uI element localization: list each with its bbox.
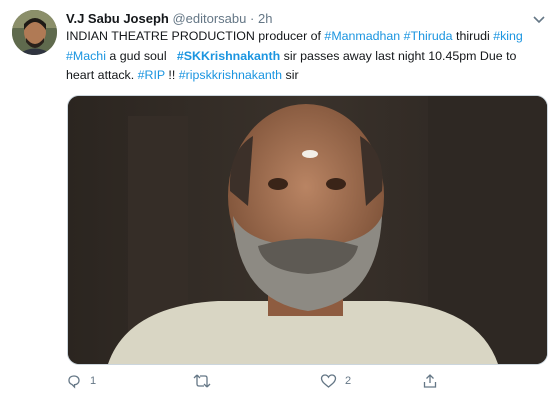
author-handle[interactable]: @editorsabu bbox=[172, 11, 246, 26]
tweet-text-run: thirudi bbox=[452, 29, 494, 43]
reply-count: 1 bbox=[90, 375, 97, 387]
tweet-text-run: !! bbox=[164, 68, 179, 82]
hashtag-link[interactable]: #SKKrishnakanth bbox=[177, 49, 280, 63]
separator-dot: · bbox=[250, 11, 255, 26]
like-count: 2 bbox=[345, 375, 352, 387]
like-button[interactable]: 2 bbox=[320, 373, 351, 389]
tweet-text-run bbox=[523, 29, 526, 43]
tweet-actions: 1 2 bbox=[66, 373, 546, 393]
like-icon bbox=[320, 374, 337, 388]
tweet-header: V.J Sabu Joseph @editorsabu · 2h bbox=[66, 11, 272, 26]
reply-icon bbox=[68, 375, 80, 389]
retweet-button[interactable] bbox=[193, 373, 219, 389]
share-icon bbox=[423, 374, 437, 388]
retweet-icon bbox=[193, 374, 211, 388]
hashtag-link[interactable]: #Machi bbox=[66, 49, 106, 63]
avatar[interactable] bbox=[12, 10, 57, 55]
author-name[interactable]: V.J Sabu Joseph bbox=[66, 11, 169, 26]
tweet-text-run: a gud soul bbox=[105, 48, 177, 63]
reply-button[interactable]: 1 bbox=[66, 373, 96, 389]
hashtag-link[interactable]: #RIP bbox=[138, 68, 165, 82]
hashtag-link[interactable]: #Thiruda bbox=[404, 29, 453, 43]
hashtag-link[interactable]: #Manmadhan bbox=[324, 29, 400, 43]
tweet-text-run: INDIAN THEATRE PRODUCTION producer of bbox=[66, 29, 325, 43]
avatar-image bbox=[12, 10, 57, 55]
tweet-text-run: sir bbox=[282, 68, 299, 82]
tweet-time[interactable]: 2h bbox=[258, 11, 272, 26]
tweet-text: INDIAN THEATRE PRODUCTION producer of #M… bbox=[66, 27, 546, 86]
photo-image bbox=[68, 96, 547, 364]
hashtag-link[interactable]: #king bbox=[493, 29, 523, 43]
hashtag-link[interactable]: #ripskkrishnakanth bbox=[179, 68, 282, 82]
tweet-media-photo[interactable] bbox=[67, 95, 548, 365]
share-button[interactable] bbox=[422, 373, 438, 389]
chevron-down-icon bbox=[533, 16, 545, 24]
